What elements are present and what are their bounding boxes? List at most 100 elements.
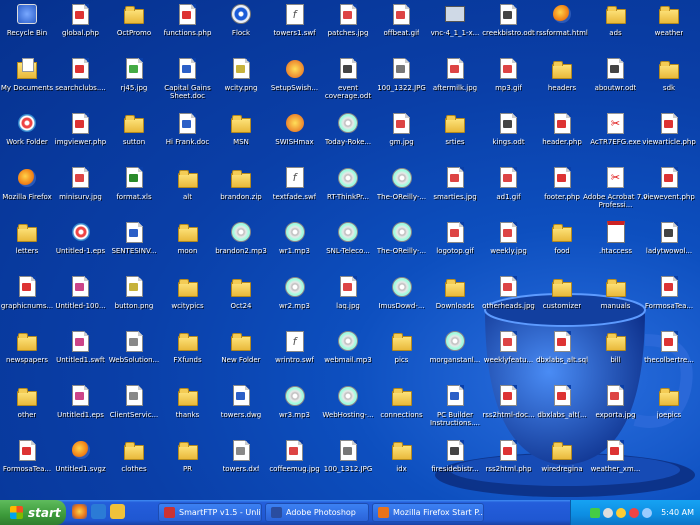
media-file-icon: [230, 221, 252, 243]
folder-icon: [444, 112, 466, 134]
document-icon: [551, 167, 573, 189]
clock[interactable]: 5:40 AM: [661, 508, 694, 517]
ie-quicklaunch-icon[interactable]: [91, 504, 106, 519]
media-file-icon: [391, 221, 413, 243]
folder-icon: [177, 221, 199, 243]
folder-icon: [605, 330, 627, 352]
desktop-icon-label: textfade.swf: [272, 192, 317, 201]
desktop-icon-label: My Documents: [0, 83, 54, 92]
desktop-icon[interactable]: weather_xm...: [583, 438, 649, 490]
desktop-icon-label: WebHosting-...: [322, 410, 374, 419]
firefox-quicklaunch-icon[interactable]: [72, 504, 87, 519]
desktop-icon-label: global.php: [62, 29, 99, 37]
network-tray-icon[interactable]: [603, 507, 614, 518]
desktop-icon[interactable]: joepics: [636, 384, 700, 436]
desktop-icon[interactable]: FormosaTea...: [636, 275, 700, 327]
document-icon: [658, 167, 680, 189]
desktop-icon-label: offbeat.gif: [383, 29, 420, 37]
desktop-icon-label: gm.jpg: [389, 138, 414, 146]
taskbar: start SmartFTP v1.5 - Unlic... Adobe Phot…: [0, 500, 700, 525]
desktop-icon-label: laq.jpg: [336, 301, 360, 310]
desktop-icon-label: connections: [380, 410, 423, 419]
media-file-icon: [337, 330, 359, 352]
desktop-icon-label: AcTR7EFG.exe: [590, 138, 641, 146]
document-icon: [498, 330, 520, 352]
windows-logo-icon: [10, 506, 23, 519]
desktop-icon-label: header.php: [542, 138, 582, 146]
desktop-icon[interactable]: thecolbertre...: [636, 329, 700, 381]
folder-quicklaunch-icon[interactable]: [110, 504, 125, 519]
document-icon: [70, 112, 92, 134]
desktop-icon-label: thanks: [175, 410, 200, 419]
desktop-icon-label: ads: [609, 29, 622, 37]
desktop-icon-label: rss2html.php: [485, 465, 532, 473]
folder-icon: [177, 385, 199, 407]
document-icon: [498, 385, 520, 407]
document-icon: [123, 385, 145, 407]
desktop-icon-label: RT-ThinkPr...: [326, 192, 370, 201]
desktop-icon-label: dbxlabs_alt.sql: [535, 356, 589, 364]
document-icon: [337, 58, 359, 80]
antivirus-tray-icon[interactable]: [629, 507, 640, 518]
desktop-icon[interactable]: ladytwowol...: [636, 220, 700, 272]
document-icon: [551, 385, 573, 407]
desktop-icon-label: 100_1312.JPG: [323, 465, 373, 473]
vnc-tray-icon[interactable]: [590, 507, 601, 518]
desktop: Recycle Bin global.php OctPromo functions.p…: [0, 0, 700, 500]
media-file-icon: [337, 167, 359, 189]
folder-icon: [551, 221, 573, 243]
document-icon: [123, 276, 145, 298]
desktop-icon-label: kings.odt: [492, 138, 525, 146]
folder-icon: [444, 276, 466, 298]
desktop-icon-label: vnc-4_1_1-x...: [430, 29, 480, 37]
taskbar-button[interactable]: SmartFTP v1.5 - Unlic...: [158, 503, 262, 522]
volume-tray-icon[interactable]: [642, 507, 653, 518]
document-icon: [391, 3, 413, 25]
media-file-icon: [337, 112, 359, 134]
desktop-icon-label: Mozilla Firefox: [2, 192, 52, 201]
folder-icon: [230, 330, 252, 352]
desktop-icon-label: MSN: [233, 138, 249, 146]
desktop-icon-label: towers.dwg: [220, 410, 262, 419]
document-icon: [658, 330, 680, 352]
desktop-icon[interactable]: viewarticle.php: [636, 111, 700, 163]
media-file-icon: [284, 221, 306, 243]
desktop-icon-label: FXfunds: [173, 356, 202, 364]
folder-icon: [123, 3, 145, 25]
desktop-icon[interactable]: viewevent.php: [636, 166, 700, 218]
folder-icon: [177, 167, 199, 189]
desktop-icon-label: Untitled-1.eps: [55, 247, 106, 255]
document-icon: [391, 58, 413, 80]
flash-file-icon: f: [284, 3, 306, 25]
folder-icon: [230, 112, 252, 134]
document-icon: [123, 221, 145, 243]
desktop-icon-label: ImusDowd-...: [378, 301, 425, 310]
start-button[interactable]: start: [0, 500, 66, 525]
folder-icon: [551, 276, 573, 298]
desktop-icon-label: towers.dxf: [222, 465, 260, 473]
firefox-icon: [551, 3, 573, 25]
desktop-icon-label: brandon.zip: [220, 192, 262, 201]
desktop-icon-label: WebSolution...: [108, 356, 160, 364]
app-icon: [378, 507, 389, 518]
folder-icon: [177, 330, 199, 352]
taskbar-button[interactable]: Adobe Photoshop: [265, 503, 369, 522]
acrobat-icon: ✂: [605, 167, 627, 189]
security-tray-icon[interactable]: [616, 507, 627, 518]
desktop-icon-label: Untitled1.swft: [56, 356, 105, 364]
folder-icon: [658, 385, 680, 407]
desktop-icon-label: Oct24: [230, 301, 252, 310]
desktop-icon-label: imgviewer.php: [54, 138, 107, 146]
desktop-icon-label: The-OReilly-...: [376, 192, 427, 201]
desktop-icon-label: Downloads: [435, 301, 475, 310]
desktop-icon-label: searchclubs....: [55, 83, 106, 92]
document-icon: [16, 276, 38, 298]
taskbar-button[interactable]: Mozilla Firefox Start P...: [372, 503, 484, 522]
desktop-icon-label: Untitled-100...: [55, 301, 106, 310]
desktop-icon-label: wr2.mp3: [279, 301, 310, 310]
folder-icon: [177, 439, 199, 461]
desktop-icon[interactable]: sdk: [636, 57, 700, 109]
taskbar-button-label: Mozilla Firefox Start P...: [393, 508, 484, 517]
folder-icon: [605, 3, 627, 25]
desktop-icon[interactable]: weather: [636, 2, 700, 54]
